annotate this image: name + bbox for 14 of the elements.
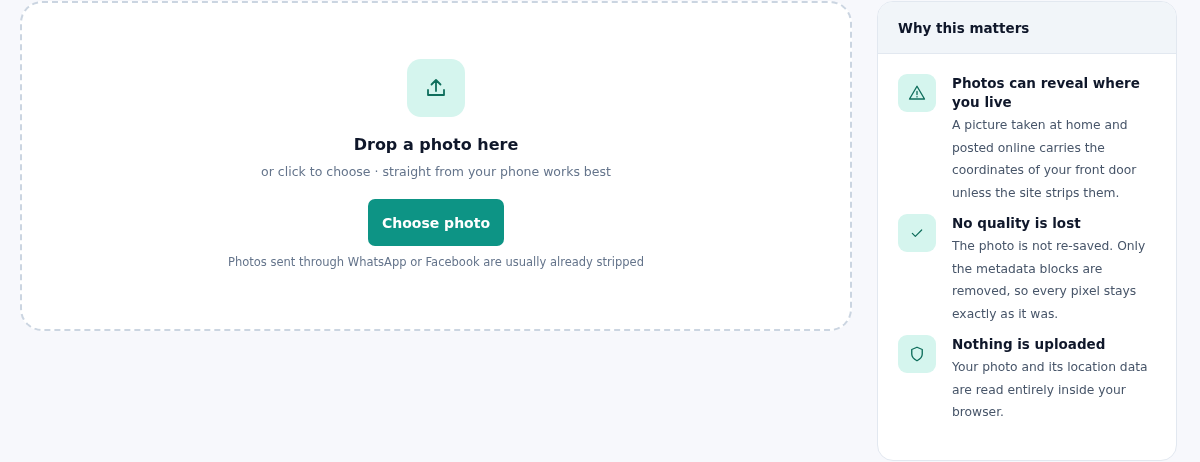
item-title: No quality is lost — [952, 214, 1082, 233]
item-title: Photos can reveal where you live — [952, 74, 1141, 112]
choose-photo-button[interactable]: Choose photo — [368, 199, 504, 246]
item-description: Your photo and its location data are read entirely inside your browser. — [952, 359, 1149, 421]
panel-title: Why this matters — [878, 2, 1176, 54]
drop-zone[interactable]: Drop a photo here or click to choose · straight from your phone works best Choose photo Photos sent through WhatsApp or Facebook are usually already stripped — [20, 1, 852, 331]
drop-title: Drop a photo here — [353, 135, 519, 154]
drop-note: Photos sent through WhatsApp or Facebook are usually already stripped — [228, 255, 644, 269]
warning-icon — [908, 84, 926, 102]
drop-subtitle: or click to choose · straight from your phone works best — [261, 164, 611, 179]
shield-icon — [908, 345, 926, 363]
item-description: The photo is not re-saved. Only the metadata blocks are removed, so every pixel stays exactly as it was. — [952, 238, 1147, 323]
item-description: A picture taken at home and posted online carries the coordinates of your front door unless the site strips them. — [952, 117, 1138, 202]
item-title: Nothing is uploaded — [952, 335, 1107, 354]
